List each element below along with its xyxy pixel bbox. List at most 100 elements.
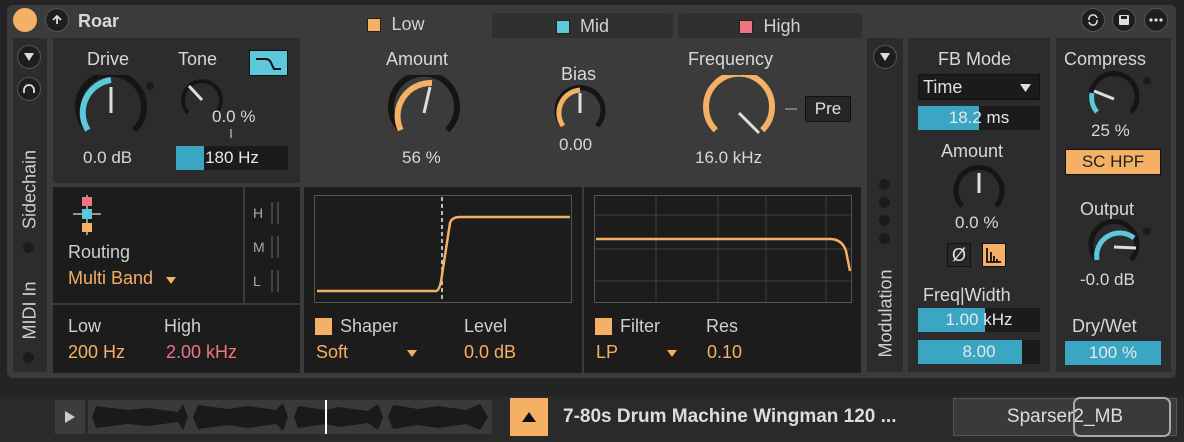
tone-frequency-fill [176, 146, 204, 170]
shaper-curve-display [314, 195, 572, 303]
output-value: -0.0 dB [1080, 270, 1135, 289]
clip-launch-button[interactable] [510, 398, 548, 436]
roar-device: Roar Low Mid High Sidechain MIDI In Driv… [7, 5, 1176, 378]
fb-time-slider[interactable]: 18.2 ms [918, 106, 1040, 130]
frequency-label: Frequency [688, 49, 774, 69]
sidechain-toggle[interactable] [23, 242, 34, 253]
filter-enable-checkbox[interactable] [595, 318, 612, 335]
bias-knob[interactable] [552, 85, 608, 137]
fb-mode-dropdown[interactable]: Time [918, 74, 1040, 100]
meter-m [271, 236, 279, 258]
fb-amount-label: Amount [941, 141, 1004, 161]
meter-h [271, 202, 279, 224]
fb-gate-button[interactable] [982, 243, 1006, 267]
chevron-down-icon [1020, 84, 1031, 92]
chevron-down-icon [166, 277, 177, 284]
low-color-swatch [367, 17, 382, 32]
output-mod-dot[interactable] [1143, 227, 1151, 235]
tab-mid[interactable]: Mid [492, 13, 673, 40]
routing-mode-dropdown[interactable]: Multi Band [68, 268, 177, 289]
chevron-down-icon [667, 350, 677, 357]
level-value[interactable]: 0.0 dB [464, 342, 516, 363]
mod-dot-1[interactable] [879, 179, 890, 190]
filter-type-dropdown[interactable]: LP [596, 342, 618, 363]
device-activator-button[interactable] [13, 8, 37, 32]
device-title: Roar [78, 11, 120, 31]
output-knob[interactable] [1086, 219, 1142, 271]
shaper-enable-checkbox[interactable] [315, 318, 332, 335]
high-color-swatch [739, 19, 754, 34]
save-preset-icon[interactable] [1112, 8, 1136, 32]
drive-value: 0.0 dB [83, 148, 133, 167]
routing-divider [243, 187, 245, 303]
shaper-label: Shaper [340, 316, 399, 336]
drywet-label: Dry/Wet [1072, 316, 1137, 336]
expand-icon[interactable] [45, 8, 69, 32]
modulation-label[interactable]: Modulation [876, 268, 897, 360]
mod-dot-3[interactable] [879, 215, 890, 226]
more-options-icon[interactable] [1144, 8, 1168, 32]
crossover-high-value[interactable]: 2.00 kHz [166, 342, 237, 363]
frequency-value: 16.0 kHz [695, 148, 763, 167]
compress-knob[interactable] [1086, 71, 1142, 123]
tone-frequency-slider[interactable]: 180 Hz [176, 146, 288, 170]
fb-freq-slider[interactable]: 1.00 kHz [918, 308, 1040, 332]
drive-knob[interactable] [71, 75, 151, 147]
routing-label: Routing [68, 242, 131, 262]
mod-dot-2[interactable] [879, 197, 890, 208]
routing-multiband-icon [73, 195, 101, 235]
amount-value: 56 % [402, 148, 441, 167]
pre-button[interactable]: Pre [805, 96, 851, 122]
bars-icon [986, 248, 1001, 263]
filter-label: Filter [620, 316, 660, 336]
midi-in-label[interactable]: MIDI In [20, 275, 41, 347]
mod-dot-4[interactable] [879, 233, 890, 244]
level-label: Level [464, 316, 508, 336]
drive-label: Drive [87, 49, 130, 69]
compress-value: 25 % [1091, 121, 1130, 140]
tone-filter-icon[interactable] [249, 50, 288, 76]
drywet-slider[interactable]: 100 % [1065, 341, 1161, 365]
waveform-overview[interactable] [88, 400, 492, 434]
bias-label: Bias [561, 64, 597, 84]
fb-amount-knob[interactable] [951, 165, 1007, 217]
amount-knob[interactable] [384, 75, 464, 147]
meter-m-label: M [253, 239, 265, 255]
frequency-knob[interactable] [699, 75, 779, 147]
preset-selection-frame [1073, 397, 1171, 437]
sidechain-label[interactable]: Sidechain [20, 147, 41, 233]
hot-swap-icon[interactable] [1081, 8, 1105, 32]
sidechain-fold-icon[interactable] [17, 45, 41, 69]
frequency-pre-dash [785, 108, 797, 110]
crossover-high-label: High [164, 316, 202, 336]
phase-invert-button[interactable]: Ø [947, 243, 971, 267]
output-label: Output [1080, 199, 1135, 219]
play-clip-button[interactable] [55, 400, 85, 434]
shaper-type-dropdown[interactable]: Soft [316, 342, 348, 363]
fb-width-slider[interactable]: 8.00 [918, 340, 1040, 364]
compress-mod-dot[interactable] [1143, 77, 1151, 85]
fb-mode-label: FB Mode [938, 49, 1012, 69]
meter-l-label: L [253, 273, 261, 289]
clip-name[interactable]: 7-80s Drum Machine Wingman 120 ... [563, 406, 896, 428]
res-value[interactable]: 0.10 [707, 342, 742, 363]
sc-hpf-button[interactable]: SC HPF [1065, 149, 1161, 175]
tab-high[interactable]: High [678, 13, 862, 40]
modulation-fold-icon[interactable] [873, 45, 897, 69]
tone-value: 0.0 % [212, 107, 256, 126]
tone-divider [230, 129, 232, 138]
tab-low[interactable]: Low [304, 9, 488, 40]
drive-mod-dot[interactable] [146, 82, 154, 90]
crossover-low-value[interactable]: 200 Hz [68, 342, 125, 363]
crossover-divider [53, 303, 300, 305]
chevron-down-icon [407, 350, 417, 357]
midi-in-toggle[interactable] [23, 352, 34, 363]
amount-label: Amount [386, 49, 449, 69]
freq-width-label: Freq|Width [923, 285, 1011, 305]
fb-amount-value: 0.0 % [955, 213, 999, 232]
crossover-low-label: Low [68, 316, 102, 336]
meter-h-label: H [253, 205, 264, 221]
compress-label: Compress [1064, 49, 1147, 69]
filter-response-display [594, 195, 852, 303]
headphones-icon[interactable] [17, 77, 41, 101]
